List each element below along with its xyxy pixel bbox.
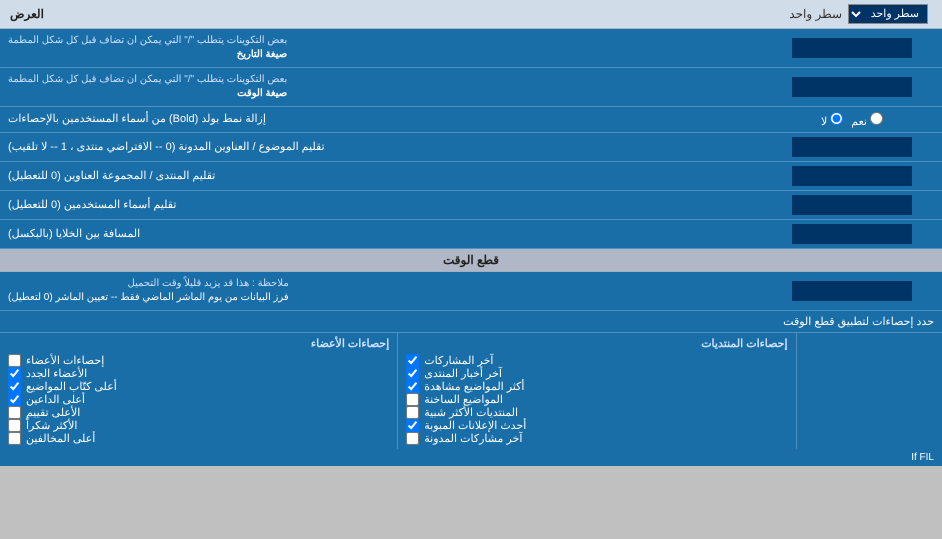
cell-spacing-label: المسافة بين الخلايا (بالبكسل) (0, 220, 762, 248)
list-item: إحصاءات الأعضاء (8, 354, 389, 367)
cutoff-days-row: 0 ملاحظة : هذا قد يزيد قليلاً وقت التحمي… (0, 272, 942, 311)
member-stats-checkbox[interactable] (8, 354, 21, 367)
last-news-checkbox[interactable] (406, 367, 419, 380)
time-format-input[interactable]: H:i (792, 77, 912, 97)
top-rated-checkbox[interactable] (8, 406, 21, 419)
date-format-row: d-m بعض التكوينات يتطلب "/" التي يمكن ان… (0, 29, 942, 68)
date-format-label: بعض التكوينات يتطلب "/" التي يمكن ان تضا… (0, 29, 762, 67)
col1-spacer (797, 333, 942, 449)
member-stats-header: إحصاءات الأعضاء (8, 337, 389, 350)
bold-no-label: لا (821, 112, 843, 128)
user-names-row: 0 تقليم أسماء المستخدمين (0 للتعطيل) (0, 191, 942, 220)
bold-radio-cell[interactable]: نعم لا (762, 107, 942, 132)
top-authors-checkbox[interactable] (8, 393, 21, 406)
cell-spacing-input-cell[interactable]: 2 (762, 220, 942, 248)
date-format-input[interactable]: d-m (792, 38, 912, 58)
cutoff-header: قطع الوقت (0, 249, 942, 272)
new-members-checkbox[interactable] (8, 367, 21, 380)
topic-order-label: تقليم الموضوع / العناوين المدونة (0 -- ا… (0, 133, 762, 161)
list-item: الأكثر شكراً (8, 419, 389, 432)
list-item: أعلى الداعين (8, 393, 389, 406)
forum-order-input-cell[interactable]: 33 (762, 162, 942, 190)
time-format-input-cell[interactable]: H:i (762, 68, 942, 106)
list-item: المنتديات الأكثر شبية (406, 406, 787, 419)
list-item: المواضيع الساخنة (406, 393, 787, 406)
list-item: أحدث الإعلانات المبوبة (406, 419, 787, 432)
cutoff-days-input[interactable]: 0 (792, 281, 912, 301)
user-names-input[interactable]: 0 (792, 195, 912, 215)
topic-order-input[interactable]: 33 (792, 137, 912, 157)
select-label: سطر واحد (789, 7, 842, 21)
cell-spacing-input[interactable]: 2 (792, 224, 912, 244)
bold-yes-label: نعم (851, 112, 883, 128)
forum-stats-header: إحصاءات المنتديات (406, 337, 787, 350)
forum-order-label: تقليم المنتدى / المجموعة العناوين (0 للت… (0, 162, 762, 190)
footer-text: If FIL (0, 449, 942, 466)
user-names-label: تقليم أسماء المستخدمين (0 للتعطيل) (0, 191, 762, 219)
top-posters-checkbox[interactable] (8, 380, 21, 393)
similar-forums-checkbox[interactable] (406, 406, 419, 419)
checkboxes-row: إحصاءات المنتديات آخر المشاركات آخر أخبا… (0, 333, 942, 449)
time-format-label: بعض التكوينات يتطلب "/" التي يمكن ان تضا… (0, 68, 762, 106)
list-item: الأعلى تقييم (8, 406, 389, 419)
old-topics-checkbox[interactable] (406, 393, 419, 406)
top-header: سطر واحدسطرينثلاثة أسطر سطر واحد العرض (0, 0, 942, 29)
list-item: آخر أخبار المنتدى (406, 367, 787, 380)
cutoff-days-label: ملاحظة : هذا قد يزيد قليلاً وقت التحميل … (0, 272, 762, 310)
bold-no-radio[interactable] (830, 112, 843, 125)
last-posts-checkbox[interactable] (406, 354, 419, 367)
time-format-row: H:i بعض التكوينات يتطلب "/" التي يمكن ان… (0, 68, 942, 107)
bold-remove-label: إزالة نمط بولد (Bold) من أسماء المستخدمي… (0, 107, 762, 132)
display-label: العرض (10, 7, 44, 21)
forum-stats-col: إحصاءات المنتديات آخر المشاركات آخر أخبا… (397, 333, 796, 449)
list-item: أعلى المخالفين (8, 432, 389, 445)
list-item: الأعضاء الجدد (8, 367, 389, 380)
topic-order-row: 33 تقليم الموضوع / العناوين المدونة (0 -… (0, 133, 942, 162)
most-thanked-checkbox[interactable] (8, 419, 21, 432)
cutoff-days-input-cell[interactable]: 0 (762, 272, 942, 310)
date-format-input-cell[interactable]: d-m (762, 29, 942, 67)
recent-ads-checkbox[interactable] (406, 419, 419, 432)
list-item: آخر المشاركات (406, 354, 787, 367)
most-viewed-checkbox[interactable] (406, 380, 419, 393)
bold-yes-radio[interactable] (870, 112, 883, 125)
list-item: أكثر المواضيع مشاهدة (406, 380, 787, 393)
user-names-input-cell[interactable]: 0 (762, 191, 942, 219)
member-stats-col: إحصاءات الأعضاء إحصاءات الأعضاء الأعضاء … (0, 333, 397, 449)
bold-remove-row: نعم لا إزالة نمط بولد (Bold) من أسماء ال… (0, 107, 942, 133)
list-item: أعلى كتّاب المواضيع (8, 380, 389, 393)
forum-order-input[interactable]: 33 (792, 166, 912, 186)
cell-spacing-row: 2 المسافة بين الخلايا (بالبكسل) (0, 220, 942, 249)
top-contributors-checkbox[interactable] (8, 432, 21, 445)
list-item: آخر مشاركات المدونة (406, 432, 787, 445)
checkboxes-header-label: حدد إحصاءات لتطبيق قطع الوقت (0, 311, 942, 332)
topic-order-input-cell[interactable]: 33 (762, 133, 942, 161)
select-container[interactable]: سطر واحدسطرينثلاثة أسطر سطر واحد (789, 4, 932, 24)
last-donations-checkbox[interactable] (406, 432, 419, 445)
forum-order-row: 33 تقليم المنتدى / المجموعة العناوين (0 … (0, 162, 942, 191)
display-select[interactable]: سطر واحدسطرينثلاثة أسطر (848, 4, 928, 24)
checkboxes-container: حدد إحصاءات لتطبيق قطع الوقت إحصاءات الم… (0, 311, 942, 449)
